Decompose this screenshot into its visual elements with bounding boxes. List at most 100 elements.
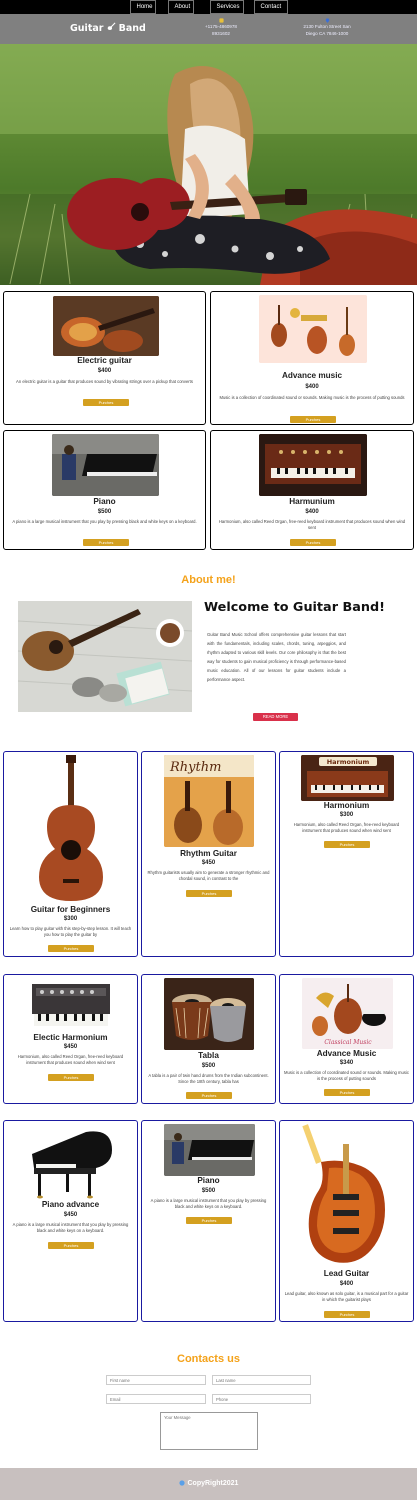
purchase-button[interactable]: Purches [290,416,336,423]
rhythm-guitar-image: Rhythm [164,755,254,847]
footer: CopyRight2021 [0,1468,417,1500]
product-title: Guitar for Beginners [30,905,111,914]
classical-music-logo-text: Classical Music [324,1039,372,1046]
product-price: $300 [339,812,354,818]
product-title: Harmonium [323,801,370,810]
brand-logo[interactable]: Guitar Band [70,22,146,34]
advance-music-image [259,295,367,363]
purchase-button[interactable]: Purches [48,945,94,952]
copyright-text: CopyRight2021 [187,1480,239,1487]
purchase-button[interactable]: Purches [83,539,129,546]
address-line-2: Diego CA 7846-1000 [305,31,349,36]
product-card-piano: Piano $500 A piano is a large musical in… [3,430,206,550]
product-card-advance-music: Advance music $400 Music is a collection… [210,291,414,425]
product-card-electric-guitar: Electric guitar $400 An electric guitar … [3,291,206,425]
purchase-button[interactable]: Purches [186,1092,232,1099]
header-address[interactable]: 2130 Fulton Street San Diego CA 7846-100… [296,18,358,37]
product-card-advance-music-2: Classical Music Advance Music $340 Music… [279,974,414,1104]
guitar-icon [107,22,119,33]
product-desc: Lead guitar, also known as solo guitar, … [284,1291,409,1302]
grand-piano-image [26,1124,118,1200]
product-desc: Learn how to play guitar with this step-… [9,926,132,937]
product-desc: A piano is a large musical instrument th… [12,519,197,524]
product-title: Lead Guitar [323,1269,370,1278]
product-card-rhythm-guitar: Rhythm Rhythm Guitar $450 Rhythm guitari… [141,751,276,957]
product-title: Piano [197,1176,220,1185]
purchase-button[interactable]: Purches [48,1074,94,1081]
electric-guitar-image [53,296,159,356]
product-card-harmonium: Harmonium Harmonium $300 Harmonium, also… [279,751,414,957]
about-heading: Welcome to Guitar Band! [204,600,385,615]
product-price: $500 [97,509,112,515]
nav-about-link[interactable]: About [167,0,194,14]
product-price: $340 [339,1060,354,1066]
nav-contact-link[interactable]: Contact [253,0,288,14]
last-name-input[interactable] [212,1375,311,1385]
product-desc: Harmonium, also called Reed Organ, free-… [218,519,406,530]
product-title: Advance music [281,371,343,380]
product-title: Piano advance [41,1200,100,1209]
product-price: $400 [97,368,112,374]
product-price: $500 [201,1063,216,1069]
purchase-button[interactable]: Purches [186,890,232,897]
product-title: Electic Harmonium [33,1033,108,1042]
product-desc: A piano is a large musical instrument th… [150,1198,267,1209]
about-body: Guitar Band Music School offers comprehe… [207,632,346,682]
product-desc: A piano is a large musical instrument th… [12,1222,129,1233]
brand-right-text: Band [118,23,146,34]
harmunium-image [259,434,367,496]
phone-input[interactable] [212,1394,311,1404]
first-name-input[interactable] [106,1375,206,1385]
electric-harmonium-image [26,978,116,1032]
purchase-button[interactable]: Purches [324,841,370,848]
contact-section-title: Contacts us [177,1353,240,1365]
product-title: Harmunium [289,497,335,506]
harmonium-logo-text: Harmonium [327,758,370,766]
product-card-electic-harmonium: Electic Harmonium $450 Harmonium, also c… [3,974,138,1104]
nav-services-link[interactable]: Services [209,0,244,14]
product-price: $500 [201,1188,216,1194]
tabla-image [164,978,254,1050]
purchase-button[interactable]: Purches [324,1311,370,1318]
classical-music-image: Classical Music [302,978,393,1049]
product-title: Advance Music [316,1049,377,1058]
product-desc: Music is a collection of coordinated sou… [219,395,405,400]
product-price: $400 [305,384,319,390]
product-card-harmunium: Harmunium $400 Harmonium, also called Re… [210,430,414,550]
top-nav: Home About Services Contact [0,0,417,14]
read-more-button[interactable]: READ MORE [253,713,298,721]
product-price: $450 [63,1212,78,1218]
purchase-button[interactable]: Purches [83,399,129,406]
nav-home-link[interactable]: Home [129,0,156,14]
purchase-button[interactable]: Purches [48,1242,94,1249]
purchase-button[interactable]: Purches [186,1217,232,1224]
hero-image [0,44,417,285]
product-desc: An electric guitar is a guitar that prod… [16,379,193,384]
header-phone[interactable]: +1175-4860978 8931602 [199,18,243,37]
harmonium-image: Harmonium [301,755,394,801]
product-desc: Music is a collection of coordinated sou… [284,1070,409,1081]
copyright-icon [178,1480,185,1486]
acoustic-guitar-image [25,755,117,903]
purchase-button[interactable]: Purches [290,539,336,546]
product-desc: Harmonium, also called Reed Organ, free-… [293,822,400,833]
piano-player-image [164,1124,255,1176]
product-price: $450 [63,1044,78,1050]
brand-left-text: Guitar [70,23,104,34]
product-card-piano-advance: Piano advance $450 A piano is a large mu… [3,1120,138,1322]
product-price: $300 [63,916,78,922]
about-section-title: About me! [181,574,236,586]
email-input[interactable] [106,1394,206,1404]
product-title: Rhythm Guitar [180,849,237,858]
message-textarea[interactable] [160,1412,258,1450]
product-card-lead-guitar: Lead Guitar $400 Lead guitar, also known… [279,1120,414,1322]
product-title: Tabla [198,1051,219,1060]
header-bar: Guitar Band +1175-4860978 8931602 2130 F… [0,14,417,44]
product-desc: A tabla is a pair of twin hand drums fro… [148,1073,269,1084]
purchase-button[interactable]: Purches [324,1089,370,1096]
piano-image [52,434,159,496]
product-card-piano-2: Piano $500 A piano is a large musical in… [141,1120,276,1322]
product-desc: Rhythm guitarists usually aim to generat… [147,870,270,881]
address-line-1: 2130 Fulton Street San [303,24,351,29]
lead-guitar-image [301,1124,393,1268]
